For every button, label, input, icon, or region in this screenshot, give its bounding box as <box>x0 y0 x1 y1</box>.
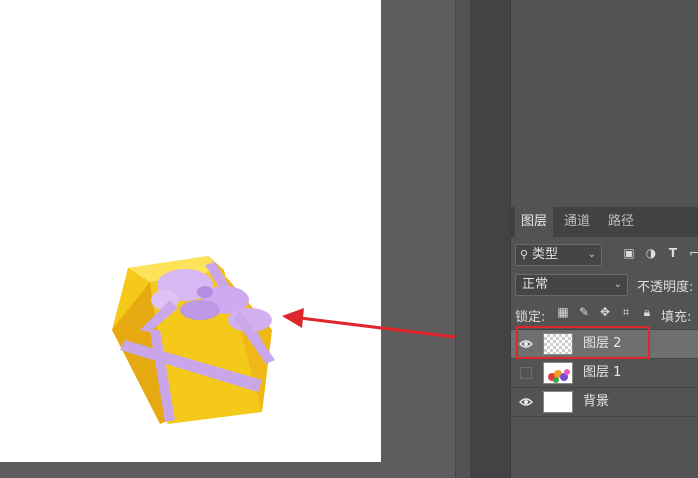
blend-mode-value: 正常 <box>522 277 549 292</box>
filter-kind-dropdown[interactable]: ⚲ 类型 ⌄ <box>515 244 602 266</box>
tab-layers[interactable]: 图层 <box>515 207 553 237</box>
shape-filter-icon[interactable]: ⌐ <box>687 246 698 260</box>
opacity-label: 不透明度: <box>637 280 694 295</box>
chevron-down-icon: ⌄ <box>587 249 596 260</box>
lock-row: 锁定: ▦ ✎ ✥ ⌗ 🔒︎ 填充: <box>511 301 698 327</box>
type-filter-icon[interactable]: T <box>666 246 680 260</box>
red-highlight-box <box>516 326 650 359</box>
lock-image-pixels-icon[interactable]: ✎ <box>577 305 591 319</box>
lock-label: 锁定: <box>515 310 546 325</box>
layer-row-background[interactable]: 背景 <box>511 387 698 416</box>
filter-row: ⚲ 类型 ⌄ ▣ ◑ T ⌐ <box>511 241 698 267</box>
blend-mode-dropdown[interactable]: 正常 ⌄ <box>515 274 628 296</box>
eye-icon[interactable] <box>519 396 533 408</box>
search-icon: ⚲ <box>520 248 529 261</box>
lock-transparent-pixels-icon[interactable]: ▦ <box>556 305 570 319</box>
visibility-toggle[interactable] <box>520 367 532 379</box>
fill-label: 填充: <box>661 310 692 325</box>
tab-paths[interactable]: 路径 <box>601 207 641 237</box>
adjustment-filter-icon[interactable]: ◑ <box>644 246 658 260</box>
lock-position-icon[interactable]: ✥ <box>598 305 612 319</box>
canvas-workspace[interactable] <box>0 0 513 478</box>
layer-thumbnail <box>543 391 573 413</box>
upper-panel-dock <box>510 0 698 205</box>
candy-thumbnail-image <box>548 369 570 383</box>
chevron-down-icon: ⌄ <box>613 279 622 290</box>
panel-tabs: 图层 通道 路径 <box>511 207 698 237</box>
layer-name[interactable]: 背景 <box>583 388 609 416</box>
panel-gap <box>470 0 510 478</box>
layers-list-bottom-border <box>511 416 698 417</box>
lock-artboard-icon[interactable]: ⌗ <box>619 305 633 319</box>
canvas-scroll-edge <box>455 0 471 478</box>
pixel-filter-icon[interactable]: ▣ <box>622 246 636 260</box>
layer-thumbnail <box>543 362 573 384</box>
tab-channels[interactable]: 通道 <box>557 207 597 237</box>
filter-kind-value: 类型 <box>532 247 559 262</box>
blend-row: 正常 ⌄ 不透明度: <box>511 271 698 297</box>
layer-row-layer1[interactable]: 图层 1 <box>511 358 698 387</box>
lock-all-icon[interactable]: 🔒︎ <box>640 305 654 319</box>
layer-name[interactable]: 图层 1 <box>583 359 621 387</box>
